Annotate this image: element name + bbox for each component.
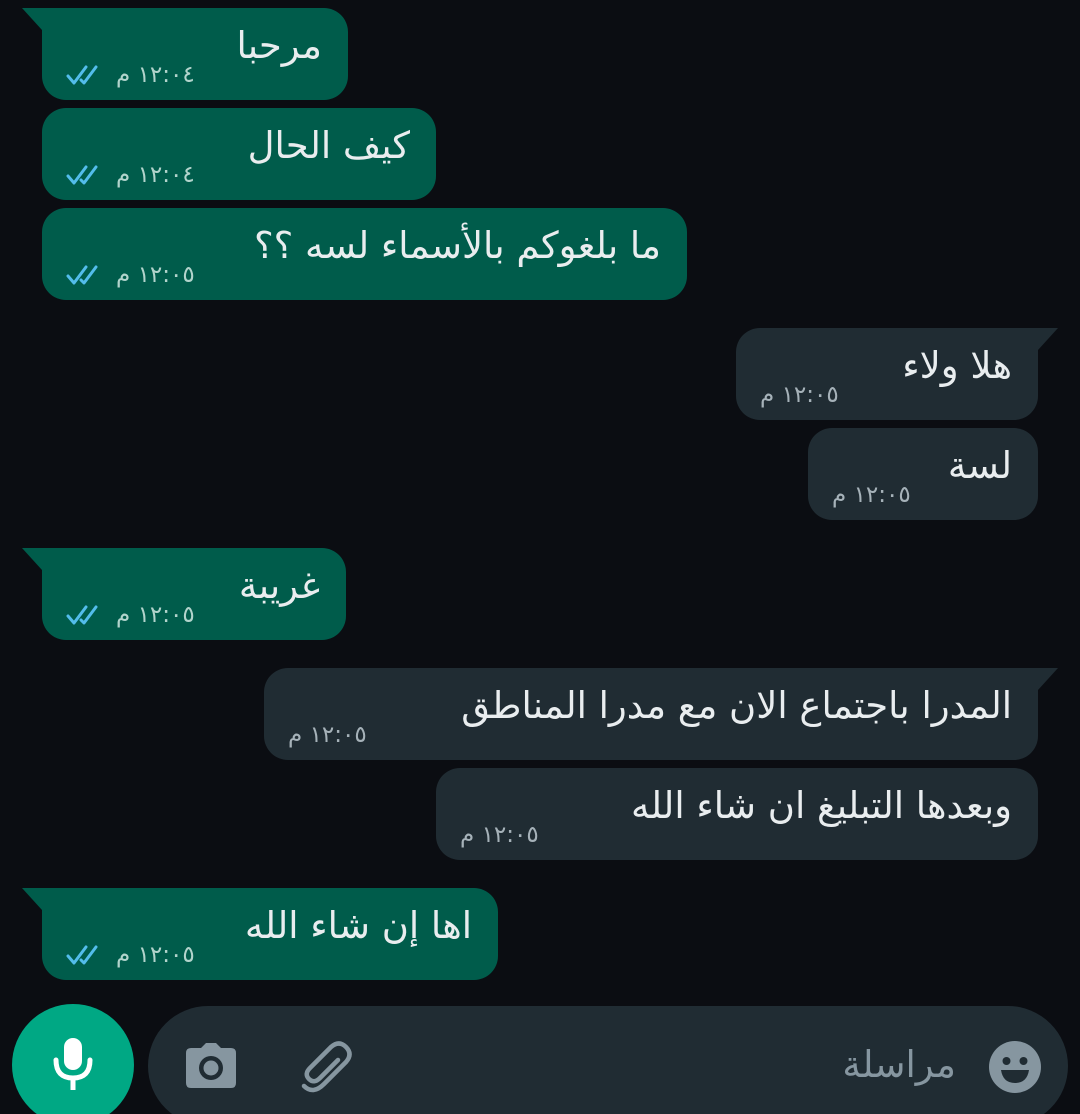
voice-record-button[interactable]: [12, 1004, 134, 1114]
double-check-icon: [66, 945, 98, 965]
microphone-icon: [53, 1038, 93, 1090]
message-text: وبعدها التبليغ ان شاء الله: [630, 784, 1012, 827]
chat-screen: مرحبا ١٢:٠٤ م كيف الحال ١٢:٠٤ م ما بلغوك…: [0, 0, 1080, 1114]
bubble-tail: [1038, 668, 1058, 690]
message-time: ١٢:٠٥ م: [832, 482, 911, 508]
message-meta: ١٢:٠٥ م: [832, 480, 911, 510]
message-time: ١٢:٠٥ م: [116, 262, 195, 288]
message-meta: ١٢:٠٥ م: [760, 380, 839, 410]
message-time: ١٢:٠٥ م: [116, 942, 195, 968]
message-time: ١٢:٠٥ م: [116, 602, 195, 628]
message-text: غريبة: [238, 564, 320, 607]
bubble-tail: [1038, 328, 1058, 350]
message-text: كيف الحال: [247, 124, 410, 167]
message-meta: ١٢:٠٥ م: [66, 260, 195, 290]
message-input[interactable]: [556, 1036, 956, 1092]
message-meta: ١٢:٠٤ م: [66, 160, 195, 190]
message-time: ١٢:٠٥ م: [760, 382, 839, 408]
incoming-message-bubble[interactable]: لسة ١٢:٠٥ م: [808, 428, 1038, 520]
outgoing-message-bubble[interactable]: غريبة ١٢:٠٥ م: [22, 548, 346, 640]
paperclip-icon[interactable]: [298, 1038, 358, 1098]
message-meta: ١٢:٠٥ م: [460, 820, 539, 850]
double-check-icon: [66, 65, 98, 85]
double-check-icon: [66, 165, 98, 185]
double-check-icon: [66, 265, 98, 285]
message-text: ما بلغوكم بالأسماء لسه ؟؟: [253, 224, 661, 267]
message-meta: ١٢:٠٥ م: [66, 600, 195, 630]
bubble-tail: [22, 548, 42, 570]
camera-icon[interactable]: [184, 1042, 238, 1090]
incoming-message-bubble[interactable]: هلا ولاء ١٢:٠٥ م: [736, 328, 1058, 420]
message-meta: ١٢:٠٤ م: [66, 60, 195, 90]
message-time: ١٢:٠٤ م: [116, 62, 195, 88]
incoming-message-bubble[interactable]: المدرا باجتماع الان مع مدرا المناطق ١٢:٠…: [264, 668, 1058, 760]
message-composer: [148, 1006, 1068, 1114]
incoming-message-bubble[interactable]: وبعدها التبليغ ان شاء الله ١٢:٠٥ م: [436, 768, 1038, 860]
bubble-tail: [22, 8, 42, 30]
message-meta: ١٢:٠٥ م: [66, 940, 195, 970]
double-check-icon: [66, 605, 98, 625]
outgoing-message-bubble[interactable]: ما بلغوكم بالأسماء لسه ؟؟ ١٢:٠٥ م: [42, 208, 687, 300]
emoji-icon[interactable]: [988, 1040, 1042, 1094]
message-text: اها إن شاء الله: [244, 904, 472, 947]
message-time: ١٢:٠٤ م: [116, 162, 195, 188]
message-text: لسة: [947, 444, 1012, 487]
message-text: هلا ولاء: [902, 344, 1012, 387]
outgoing-message-bubble[interactable]: كيف الحال ١٢:٠٤ م: [42, 108, 436, 200]
message-text: المدرا باجتماع الان مع مدرا المناطق: [461, 684, 1012, 727]
message-time: ١٢:٠٥ م: [460, 822, 539, 848]
outgoing-message-bubble[interactable]: مرحبا ١٢:٠٤ م: [22, 8, 348, 100]
message-text: مرحبا: [236, 24, 322, 67]
outgoing-message-bubble[interactable]: اها إن شاء الله ١٢:٠٥ م: [22, 888, 498, 980]
message-time: ١٢:٠٥ م: [288, 722, 367, 748]
bubble-tail: [22, 888, 42, 910]
message-meta: ١٢:٠٥ م: [288, 720, 367, 750]
